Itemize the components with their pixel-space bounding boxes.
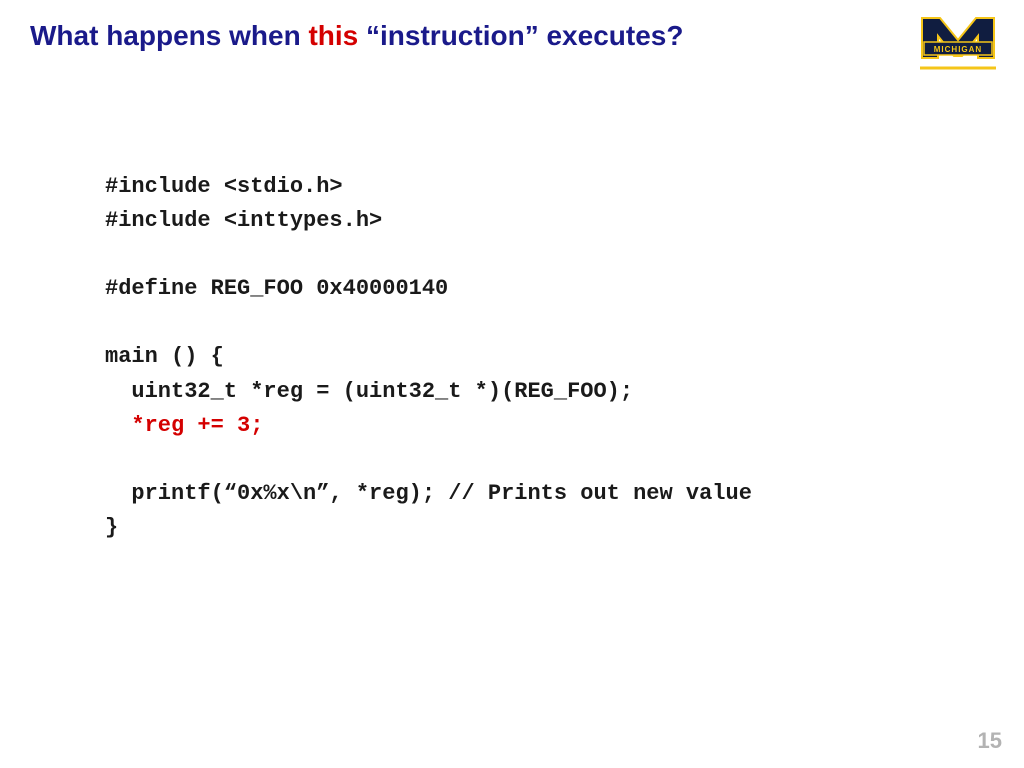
michigan-logo-icon: MICHIGAN <box>914 12 1002 72</box>
code-line-2: #include <inttypes.h> <box>105 208 382 233</box>
page-number: 15 <box>978 728 1002 754</box>
code-line-10: printf(“0x%x\n”, *reg); // Prints out ne… <box>105 481 752 506</box>
title-highlight: this <box>308 20 358 51</box>
code-line-6: main () { <box>105 344 224 369</box>
svg-text:MICHIGAN: MICHIGAN <box>934 45 982 54</box>
code-line-7: uint32_t *reg = (uint32_t *)(REG_FOO); <box>105 379 633 404</box>
code-line-1: #include <stdio.h> <box>105 174 343 199</box>
slide: What happens when this “instruction” exe… <box>0 0 1024 768</box>
code-line-8-highlight: *reg += 3; <box>131 413 263 438</box>
title-part1: What happens when <box>30 20 308 51</box>
code-line-11: } <box>105 515 118 540</box>
code-line-4: #define REG_FOO 0x40000140 <box>105 276 448 301</box>
code-line-8-indent <box>105 413 131 438</box>
code-block: #include <stdio.h> #include <inttypes.h>… <box>105 170 752 545</box>
slide-title: What happens when this “instruction” exe… <box>30 20 683 52</box>
title-part2: “instruction” executes? <box>358 20 683 51</box>
